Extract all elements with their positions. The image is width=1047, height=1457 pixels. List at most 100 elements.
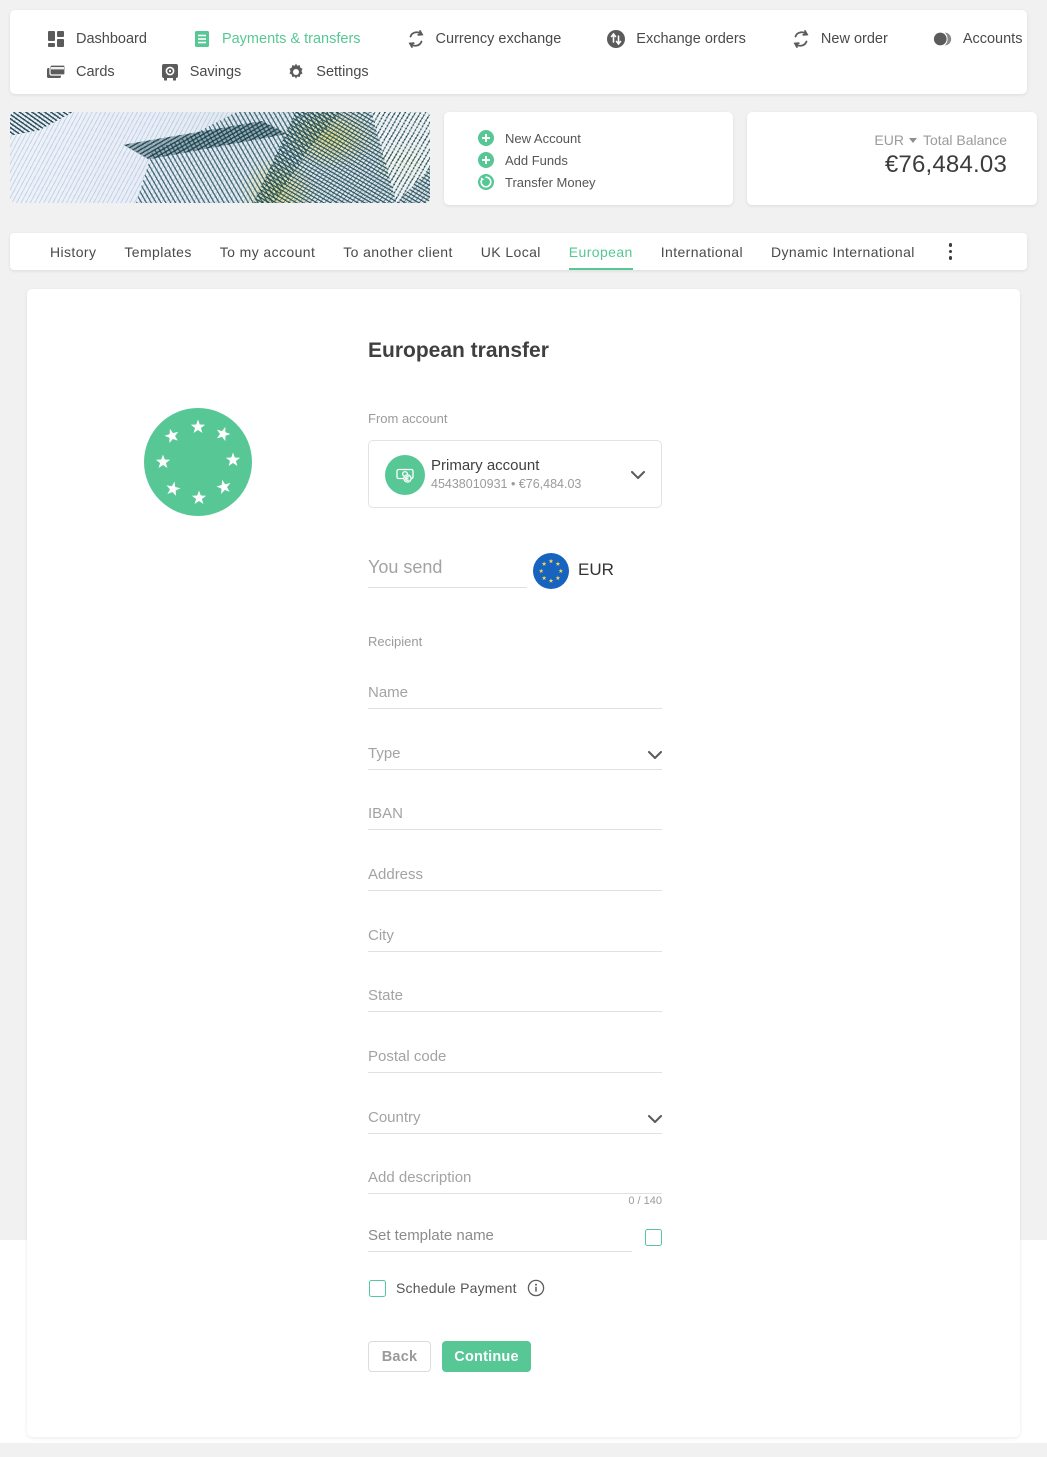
balance-currency-selector[interactable]: EUR xyxy=(874,132,917,148)
schedule-payment-checkbox[interactable] xyxy=(369,1280,386,1297)
chevron-down-icon xyxy=(631,467,645,485)
page-title: European transfer xyxy=(368,339,549,363)
recipient-country-field xyxy=(368,1109,662,1134)
total-balance-panel: EUR Total Balance €76,484.03 xyxy=(747,112,1037,205)
recipient-address-field xyxy=(368,866,662,891)
tab-label: To another client xyxy=(343,244,453,260)
city-input[interactable] xyxy=(368,927,662,952)
info-icon[interactable] xyxy=(527,1279,545,1297)
template-name-row xyxy=(368,1227,662,1253)
continue-button[interactable]: Continue xyxy=(442,1341,531,1372)
tab-label: UK Local xyxy=(481,244,541,260)
top-navigation: Dashboard Payments & transfers Currency … xyxy=(10,10,1027,94)
transfer-tabs: History Templates To my account To anoth… xyxy=(10,233,1027,270)
nav-item-savings[interactable]: Savings xyxy=(160,62,242,82)
eu-stars-badge-icon xyxy=(144,408,252,516)
description-field xyxy=(368,1169,662,1194)
nav-item-dashboard[interactable]: Dashboard xyxy=(46,29,147,49)
dashboard-icon xyxy=(46,29,66,49)
form-actions: Back Continue xyxy=(368,1341,531,1372)
nav-item-label: Exchange orders xyxy=(636,31,746,47)
nav-item-label: Dashboard xyxy=(76,31,147,47)
nav-item-label: Accounts xyxy=(963,31,1023,47)
nav-item-settings[interactable]: Settings xyxy=(286,62,368,82)
you-send-input[interactable] xyxy=(368,557,527,588)
quick-actions-panel: New Account Add Funds Transfer Money xyxy=(444,112,733,205)
quick-action-label: Transfer Money xyxy=(505,175,596,190)
eur-flag-icon xyxy=(533,553,569,589)
transfer-circle-icon xyxy=(478,174,494,190)
balance-amount: €76,484.03 xyxy=(747,151,1007,179)
account-name: Primary account xyxy=(431,457,539,474)
postal-code-input[interactable] xyxy=(368,1048,662,1073)
recipient-label: Recipient xyxy=(368,634,422,649)
plus-circle-icon xyxy=(478,130,494,146)
template-name-checkbox[interactable] xyxy=(645,1229,662,1246)
template-name-input[interactable] xyxy=(368,1227,632,1252)
page-background-bottom xyxy=(0,1443,1047,1457)
tab-templates[interactable]: Templates xyxy=(124,233,191,270)
currency-exchange-icon xyxy=(406,29,426,49)
tab-dynamic-international[interactable]: Dynamic International xyxy=(771,233,915,270)
nav-item-currency-exchange[interactable]: Currency exchange xyxy=(406,29,562,49)
tab-label: Templates xyxy=(124,244,191,260)
nav-item-new-order[interactable]: New order xyxy=(791,29,888,49)
balance-currency: EUR xyxy=(874,132,904,148)
nav-item-exchange-orders[interactable]: Exchange orders xyxy=(606,29,746,49)
tab-international[interactable]: International xyxy=(661,233,743,270)
payments-icon xyxy=(192,29,212,49)
nav-row-2: Cards Savings Settings xyxy=(46,57,1007,87)
tab-to-my-account[interactable]: To my account xyxy=(220,233,315,270)
tab-history[interactable]: History xyxy=(50,233,96,270)
description-input[interactable] xyxy=(368,1169,662,1194)
amount-currency-label: EUR xyxy=(578,560,614,580)
tab-label: History xyxy=(50,244,96,260)
european-transfer-form: European transfer From account xyxy=(27,289,1020,1437)
recipient-iban-field xyxy=(368,805,662,830)
country-select[interactable] xyxy=(368,1109,662,1134)
from-account-label: From account xyxy=(368,411,447,426)
address-input[interactable] xyxy=(368,866,662,891)
from-account-select[interactable]: Primary account 45438010931 • €76,484.03 xyxy=(368,440,662,508)
nav-item-cards[interactable]: Cards xyxy=(46,62,115,82)
type-select[interactable] xyxy=(368,745,662,770)
recipient-city-field xyxy=(368,927,662,952)
transfer-money-action[interactable]: Transfer Money xyxy=(478,171,733,193)
nav-item-label: Payments & transfers xyxy=(222,31,361,47)
tab-label: International xyxy=(661,244,743,260)
tabs-overflow-kebab-icon[interactable] xyxy=(943,233,959,270)
plus-circle-icon xyxy=(478,152,494,168)
chevron-down-icon xyxy=(909,138,917,143)
account-currency-icon xyxy=(385,455,425,495)
add-funds-action[interactable]: Add Funds xyxy=(478,149,733,171)
quick-action-label: Add Funds xyxy=(505,153,568,168)
nav-item-label: Cards xyxy=(76,64,115,80)
quick-action-label: New Account xyxy=(505,131,581,146)
amount-section: EUR xyxy=(368,553,662,593)
tab-label: European xyxy=(569,244,633,260)
new-order-icon xyxy=(791,29,811,49)
back-button[interactable]: Back xyxy=(368,1341,431,1372)
new-account-action[interactable]: New Account xyxy=(478,127,733,149)
nav-item-payments-transfers[interactable]: Payments & transfers xyxy=(192,29,361,49)
settings-icon xyxy=(286,62,306,82)
tab-european[interactable]: European xyxy=(569,233,633,270)
schedule-payment-row: Schedule Payment xyxy=(369,1279,545,1297)
balance-header: EUR Total Balance xyxy=(747,132,1007,148)
iban-input[interactable] xyxy=(368,805,662,830)
state-input[interactable] xyxy=(368,987,662,1012)
tab-to-another-client[interactable]: To another client xyxy=(343,233,453,270)
recipient-postal-code-field xyxy=(368,1048,662,1073)
tab-uk-local[interactable]: UK Local xyxy=(481,233,541,270)
description-char-counter: 0 / 140 xyxy=(368,1195,662,1207)
app-window: Dashboard Payments & transfers Currency … xyxy=(0,0,1047,1457)
nav-item-label: New order xyxy=(821,31,888,47)
schedule-payment-label: Schedule Payment xyxy=(396,1280,517,1296)
nav-item-label: Savings xyxy=(190,64,242,80)
banknote-banner-image xyxy=(10,112,430,203)
name-input[interactable] xyxy=(368,684,662,709)
cards-icon xyxy=(46,62,66,82)
tab-label: To my account xyxy=(220,244,315,260)
accounts-icon xyxy=(933,29,953,49)
nav-item-accounts[interactable]: Accounts xyxy=(933,29,1023,49)
